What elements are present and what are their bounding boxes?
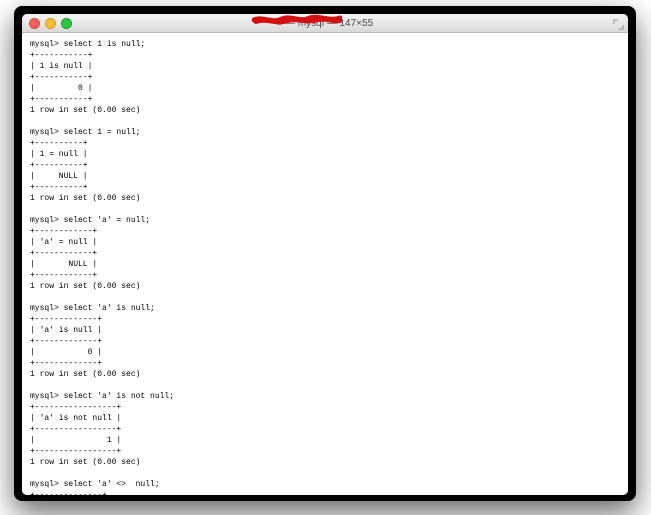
titlebar[interactable]: ⌂ — mysql — 147×55	[22, 14, 628, 33]
terminal-content[interactable]: mysql> select 1 is null; +-----------+ |…	[22, 33, 628, 495]
close-icon[interactable]	[29, 18, 40, 29]
minimize-icon[interactable]	[45, 18, 56, 29]
window-title-text: — mysql — 147×55	[285, 18, 373, 29]
terminal-window: ⌂ — mysql — 147×55 mysql> select 1 is nu…	[14, 6, 636, 501]
window-title: ⌂ — mysql — 147×55	[22, 14, 628, 33]
fullscreen-icon[interactable]	[613, 17, 624, 28]
redaction-scribble	[252, 14, 342, 27]
home-icon: ⌂	[277, 14, 282, 31]
terminal-output: mysql> select 1 is null; +-----------+ |…	[30, 39, 620, 495]
zoom-icon[interactable]	[61, 18, 72, 29]
